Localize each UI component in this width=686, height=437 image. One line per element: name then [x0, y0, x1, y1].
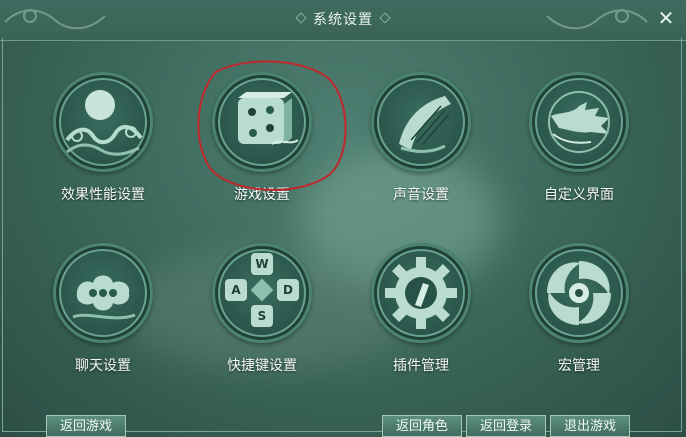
settings-window: 系统设置 ✕ 效果性能设置 游戏设置 声音设置 自定义界面 聊天设置 W A D…	[0, 0, 686, 437]
tile-label: 声音设置	[393, 187, 449, 203]
tile-label: 快捷键设置	[227, 358, 297, 374]
back-to-login-button[interactable]: 返回登录	[466, 415, 546, 437]
tile-label: 插件管理	[393, 358, 449, 374]
gear-icon	[371, 243, 471, 343]
key-s: S	[257, 309, 267, 323]
tile-sound-settings[interactable]: 声音设置	[351, 72, 491, 222]
close-icon[interactable]: ✕	[656, 8, 676, 28]
back-to-game-button[interactable]: 返回游戏	[46, 415, 126, 437]
key-w: W	[255, 257, 269, 271]
harp-icon	[371, 72, 471, 172]
tile-game-settings[interactable]: 游戏设置	[192, 72, 332, 222]
tile-label: 游戏设置	[234, 187, 290, 203]
tile-hotkey-settings[interactable]: W A D S 快捷键设置	[192, 243, 332, 393]
title-bar: 系统设置 ✕	[0, 0, 686, 41]
tile-custom-interface[interactable]: 自定义界面	[509, 72, 649, 222]
key-d: D	[283, 283, 293, 297]
dice-icon	[212, 72, 312, 172]
wasd-keys-icon: W A D S	[212, 243, 312, 343]
tile-label: 聊天设置	[75, 358, 131, 374]
cloud-icon	[53, 243, 153, 343]
tile-plugin-management[interactable]: 插件管理	[351, 243, 491, 393]
window-title: 系统设置	[0, 9, 686, 29]
tile-macro-management[interactable]: 宏管理	[509, 243, 649, 393]
swirl-icon	[529, 243, 629, 343]
tile-effect-performance-settings[interactable]: 效果性能设置	[33, 72, 173, 222]
key-a: A	[231, 283, 241, 297]
exit-game-button[interactable]: 退出游戏	[550, 415, 630, 437]
moon-waves-icon	[53, 72, 153, 172]
tile-label: 宏管理	[558, 358, 600, 374]
tile-chat-settings[interactable]: 聊天设置	[33, 243, 173, 393]
tile-label: 效果性能设置	[61, 187, 145, 203]
tile-label: 自定义界面	[544, 187, 614, 203]
hand-icon	[529, 72, 629, 172]
back-to-character-button[interactable]: 返回角色	[382, 415, 462, 437]
